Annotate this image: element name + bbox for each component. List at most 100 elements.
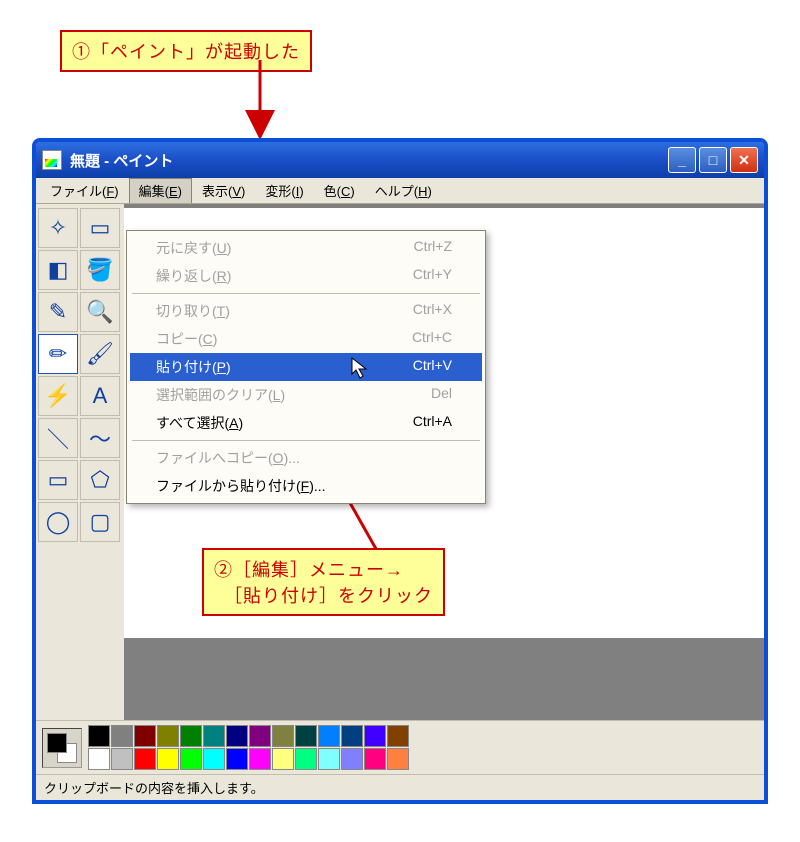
rect-tool[interactable]: ▭ — [38, 460, 78, 500]
menu-item-貼り付け(P)[interactable]: 貼り付け(P) Ctrl+V — [130, 353, 482, 381]
menu-item-label: ファイルへコピー(O)... — [156, 448, 300, 468]
menu-item-shortcut: Ctrl+V — [413, 357, 452, 377]
rect-select-tool[interactable]: ▭ — [80, 208, 120, 248]
color-swatch[interactable] — [295, 725, 317, 747]
color-swatch[interactable] — [364, 725, 386, 747]
color-swatch[interactable] — [341, 748, 363, 770]
color-swatch[interactable] — [88, 748, 110, 770]
menubar: ファイル(F)編集(E)表示(V)変形(I)色(C)ヘルプ(H) — [36, 178, 764, 204]
menu-item-shortcut: Ctrl+X — [413, 301, 452, 321]
menu-item-label: 貼り付け(P) — [156, 357, 231, 377]
menu-item-切り取り(T): 切り取り(T) Ctrl+X — [130, 297, 482, 325]
window-controls: _ □ ✕ — [668, 147, 758, 173]
edit-menu-dropdown: 元に戻す(U) Ctrl+Z 繰り返し(R)Ctrl+Y 切り取り(T) Ctrl+X コ… — [126, 230, 486, 504]
color-swatch[interactable] — [272, 725, 294, 747]
free-select-tool[interactable]: ✧ — [38, 208, 78, 248]
color-swatch[interactable] — [88, 725, 110, 747]
menu-item-ファイルへコピー(O)...: ファイルへコピー(O)... — [130, 444, 482, 472]
minimize-button[interactable]: _ — [668, 147, 696, 173]
color-swatch[interactable] — [203, 748, 225, 770]
color-panel — [36, 720, 764, 774]
color-swatch[interactable] — [295, 748, 317, 770]
menu-item-label: 繰り返し(R) — [156, 266, 231, 286]
color-swatch[interactable] — [249, 748, 271, 770]
airbrush-tool[interactable]: ⚡ — [38, 376, 78, 416]
color-swatch[interactable] — [134, 748, 156, 770]
menu-item-label: ファイルから貼り付け(F)... — [156, 476, 326, 496]
menu-item-すべて選択(A)[interactable]: すべて選択(A) Ctrl+A — [130, 409, 482, 437]
color-swatch[interactable] — [249, 725, 271, 747]
app-body: ✧▭◧🪣✎🔍✏🖌⚡A＼〜▭⬠◯▢ 元に戻す(U)Ctrl+Z繰り返し(R)Ctr… — [36, 204, 764, 800]
menu-item-label: すべて選択(A) — [156, 413, 243, 433]
menu-item-元に戻す(U): 元に戻す(U) Ctrl+Z — [130, 234, 482, 262]
menu-変形(I)[interactable]: 変形(I) — [255, 178, 313, 203]
color-swatch[interactable] — [111, 725, 133, 747]
maximize-button[interactable]: □ — [699, 147, 727, 173]
menu-item-label: 元に戻す(U) — [156, 238, 231, 258]
picker-tool[interactable]: ✎ — [38, 292, 78, 332]
toolbox: ✧▭◧🪣✎🔍✏🖌⚡A＼〜▭⬠◯▢ — [36, 204, 124, 720]
annotation-top-text: ①「ペイント」が起動した — [72, 42, 300, 62]
color-swatch[interactable] — [134, 725, 156, 747]
menu-item-label: 切り取り(T) — [156, 301, 230, 321]
color-swatch[interactable] — [318, 748, 340, 770]
ellipse-tool[interactable]: ◯ — [38, 502, 78, 542]
rounded-rect-tool[interactable]: ▢ — [80, 502, 120, 542]
fg-bg-indicator[interactable] — [42, 728, 82, 768]
color-swatch[interactable] — [387, 748, 409, 770]
menu-item-shortcut: Del — [431, 385, 452, 405]
menu-item-shortcut: Ctrl+Z — [414, 238, 453, 258]
foreground-color-swatch — [47, 733, 67, 753]
app-icon — [42, 150, 62, 170]
color-swatch[interactable] — [157, 725, 179, 747]
annotation-bottom-line2: ［貼り付け］をクリック — [214, 586, 433, 606]
polygon-tool[interactable]: ⬠ — [80, 460, 120, 500]
statusbar: クリップボードの内容を挿入します。 — [36, 774, 764, 800]
color-swatch[interactable] — [226, 725, 248, 747]
color-swatch[interactable] — [203, 725, 225, 747]
menu-色(C)[interactable]: 色(C) — [314, 178, 365, 203]
menu-item-label: コピー(C) — [156, 329, 217, 349]
color-swatch[interactable] — [364, 748, 386, 770]
menu-item-繰り返し(R): 繰り返し(R)Ctrl+Y — [130, 262, 482, 290]
color-swatch[interactable] — [180, 748, 202, 770]
menu-separator — [132, 293, 480, 294]
menu-item-shortcut: Ctrl+C — [412, 329, 452, 349]
brush-tool[interactable]: 🖌 — [80, 334, 120, 374]
color-swatch[interactable] — [272, 748, 294, 770]
pencil-tool[interactable]: ✏ — [38, 334, 78, 374]
menu-item-コピー(C): コピー(C) Ctrl+C — [130, 325, 482, 353]
menu-item-選択範囲のクリア(L): 選択範囲のクリア(L) Del — [130, 381, 482, 409]
fill-tool[interactable]: 🪣 — [80, 250, 120, 290]
eraser-tool[interactable]: ◧ — [38, 250, 78, 290]
paint-window: 無題 - ペイント _ □ ✕ ファイル(F)編集(E)表示(V)変形(I)色(… — [32, 138, 768, 804]
color-swatch[interactable] — [111, 748, 133, 770]
titlebar: 無題 - ペイント _ □ ✕ — [36, 142, 764, 178]
annotation-bottom-line1: ②［編集］メニュー→ — [214, 560, 404, 580]
magnifier-tool[interactable]: 🔍 — [80, 292, 120, 332]
menu-separator — [132, 440, 480, 441]
menu-ファイル(F)[interactable]: ファイル(F) — [40, 178, 129, 203]
status-text: クリップボードの内容を挿入します。 — [44, 778, 264, 797]
mouse-cursor-icon — [350, 356, 374, 380]
menu-item-shortcut: Ctrl+A — [413, 413, 452, 433]
color-swatch[interactable] — [180, 725, 202, 747]
menu-ヘルプ(H)[interactable]: ヘルプ(H) — [365, 178, 442, 203]
curve-tool[interactable]: 〜 — [80, 418, 120, 458]
color-swatch[interactable] — [226, 748, 248, 770]
color-swatch[interactable] — [387, 725, 409, 747]
menu-item-ファイルから貼り付け(F)...[interactable]: ファイルから貼り付け(F)... — [130, 472, 482, 500]
window-title: 無題 - ペイント — [70, 150, 668, 171]
menu-編集(E)[interactable]: 編集(E) — [129, 178, 192, 203]
close-button[interactable]: ✕ — [730, 147, 758, 173]
color-swatch[interactable] — [318, 725, 340, 747]
annotation-bottom: ②［編集］メニュー→ ［貼り付け］をクリック — [202, 548, 445, 616]
menu-item-label: 選択範囲のクリア(L) — [156, 385, 285, 405]
arrow-top-icon — [240, 60, 280, 140]
line-tool[interactable]: ＼ — [38, 418, 78, 458]
menu-表示(V)[interactable]: 表示(V) — [192, 178, 255, 203]
color-swatch[interactable] — [341, 725, 363, 747]
color-palette — [88, 725, 409, 770]
text-tool[interactable]: A — [80, 376, 120, 416]
color-swatch[interactable] — [157, 748, 179, 770]
